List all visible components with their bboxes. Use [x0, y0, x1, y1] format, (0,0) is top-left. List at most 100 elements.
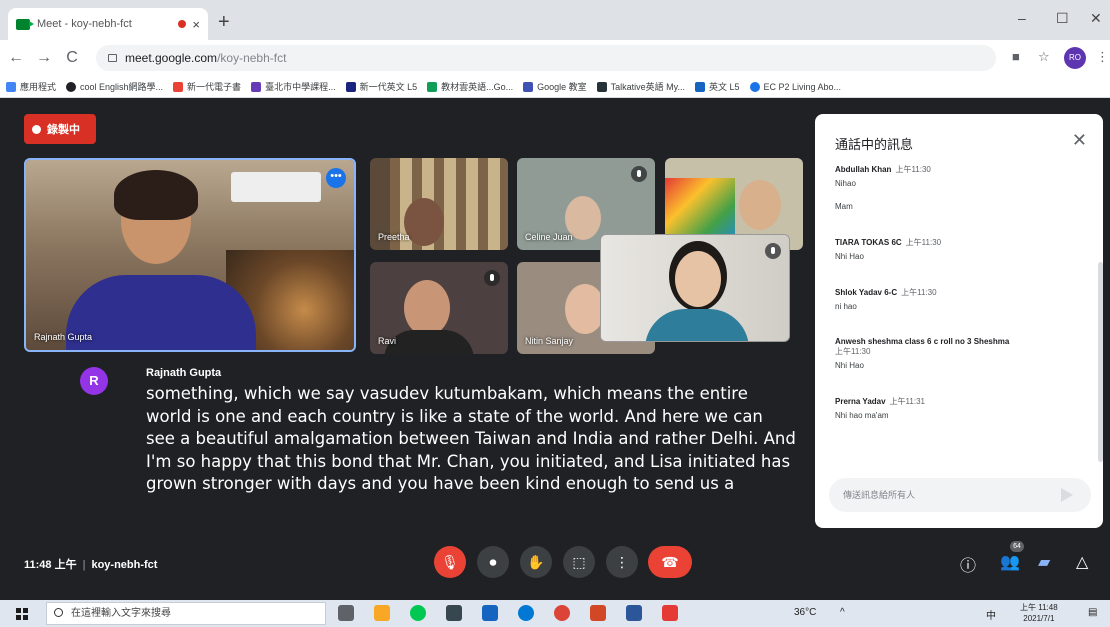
app-icon[interactable]	[482, 605, 498, 621]
participant-head	[404, 198, 444, 246]
taskbar-search-input[interactable]: 在這裡輸入文字來搜尋	[46, 602, 326, 625]
bookmark-star-icon[interactable]: ☆	[1038, 49, 1050, 65]
camera-indicator-icon[interactable]: ■	[1012, 49, 1020, 64]
tab-title: Meet - koy-nebh-fct	[37, 18, 132, 30]
speaker-hair	[114, 170, 198, 220]
bookmark-icon	[173, 81, 184, 92]
close-window-button[interactable]: ✕	[1090, 10, 1102, 27]
video-tile-floating[interactable]	[600, 234, 790, 342]
browser-toolbar: ← → C meet.google.com /koy-nebh-fct ■ ☆	[0, 40, 1110, 76]
caption-speaker-avatar: R	[80, 367, 108, 395]
bookmark-item[interactable]: 臺北市中學課程...	[251, 80, 336, 93]
end-call-button[interactable]: ☎	[648, 546, 692, 578]
participant-head	[565, 284, 605, 334]
browser-menu-icon[interactable]: ⋮	[1096, 49, 1109, 65]
activities-icon[interactable]: △	[1076, 552, 1088, 572]
chat-message: Abdullah Khan 上午11:30 Nihao Mam	[835, 164, 1085, 211]
bookmark-item[interactable]: EC P2 Living Abo...	[749, 81, 841, 92]
notification-icon[interactable]: ▤	[1088, 607, 1097, 618]
video-tile[interactable]: Ravi	[370, 262, 508, 354]
word-icon[interactable]	[626, 605, 642, 621]
more-options-button[interactable]: ⋮	[606, 546, 638, 578]
windows-taskbar: 在這裡輸入文字來搜尋 36°C ^ 中 上午 11:48 2021/7/1 ▤	[0, 600, 1110, 627]
line-app-icon[interactable]	[410, 605, 426, 621]
meeting-details-icon[interactable]: ⓘ	[960, 552, 976, 576]
chat-scrollbar[interactable]	[1098, 262, 1103, 462]
camera-icon: ⏺	[489, 554, 497, 570]
url-host: meet.google.com	[125, 51, 218, 65]
address-bar[interactable]: meet.google.com /koy-nebh-fct	[96, 45, 996, 71]
browser-tab-meet[interactable]: Meet - koy-nebh-fct ×	[8, 8, 208, 40]
chat-message-list: Abdullah Khan 上午11:30 Nihao Mam TIARA TOK…	[835, 164, 1085, 434]
chat-message: Prerna Yadav 上午11:31 Nhi hao ma'am	[835, 396, 1085, 420]
bookmark-icon	[695, 81, 705, 92]
windows-start-icon[interactable]	[16, 608, 28, 620]
chat-sender: Shlok Yadav 6-C	[835, 288, 898, 297]
tab-close-icon[interactable]: ×	[192, 17, 200, 32]
close-icon[interactable]: ✕	[1072, 130, 1087, 151]
speaker-shirt	[66, 275, 256, 350]
participant-name: Nitin Sanjay	[525, 336, 574, 346]
taskbar-clock[interactable]: 上午 11:48 2021/7/1	[1020, 602, 1058, 624]
bookmark-item[interactable]: 教材雲英語...Go...	[427, 80, 513, 93]
chrome-icon[interactable]	[554, 605, 570, 621]
bookmark-item[interactable]: 新一代電子書	[173, 80, 241, 93]
bookmark-item[interactable]: Talkative英語 My...	[596, 80, 685, 93]
app-icon[interactable]	[446, 605, 462, 621]
bookmark-item[interactable]: 應用程式	[6, 80, 56, 93]
task-view-icon[interactable]	[338, 605, 354, 621]
file-explorer-icon[interactable]	[374, 605, 390, 621]
bookmark-item[interactable]: Google 教室	[523, 80, 587, 93]
new-tab-button[interactable]: +	[218, 12, 230, 32]
chat-message: Shlok Yadav 6-C 上午11:30 ni hao	[835, 287, 1085, 311]
back-button[interactable]: ←	[4, 49, 28, 67]
hand-icon: ✋	[527, 554, 545, 570]
chat-time: 上午11:30	[901, 288, 937, 297]
profile-avatar[interactable]: RO	[1064, 47, 1086, 69]
search-icon	[54, 608, 63, 617]
bookmark-item[interactable]: cool English網路學...	[66, 80, 163, 93]
chat-icon[interactable]: ▰	[1038, 552, 1050, 572]
recording-dot-icon	[32, 124, 41, 134]
chat-text: Nhi Hao	[835, 252, 864, 261]
maximize-button[interactable]: ☐	[1056, 10, 1069, 27]
tray-overflow-icon[interactable]: ^	[840, 607, 845, 618]
clock-date: 2021/7/1	[1023, 614, 1055, 623]
bookmark-item[interactable]: 英文 L5	[695, 80, 740, 93]
present-screen-button[interactable]: ⬚	[563, 546, 595, 578]
weather-temperature[interactable]: 36°C	[794, 607, 816, 618]
participant-head	[739, 180, 781, 230]
minimize-button[interactable]: –	[1018, 10, 1026, 26]
reload-button[interactable]: C	[60, 49, 84, 67]
video-tile-active-speaker[interactable]: ••• Rajnath Gupta	[24, 158, 356, 352]
more-options-icon[interactable]: •••	[326, 168, 346, 188]
bookmark-item[interactable]: 新一代英文 L5	[345, 80, 417, 93]
chat-text: Nihao	[835, 179, 856, 188]
phone-hangup-icon: ☎	[661, 554, 679, 570]
edge-icon[interactable]	[518, 605, 534, 621]
more-vert-icon: ⋮	[615, 554, 629, 570]
meeting-info: 11:48 上午 | koy-nebh-fct	[24, 556, 157, 572]
bookmark-icon	[345, 81, 356, 92]
participant-head	[404, 280, 450, 336]
people-count-badge: 64	[1010, 541, 1024, 552]
raise-hand-button[interactable]: ✋	[520, 546, 552, 578]
forward-button[interactable]: →	[32, 49, 56, 67]
participant-name: Rajnath Gupta	[34, 332, 93, 342]
camera-toggle-button[interactable]: ⏺	[477, 546, 509, 578]
mic-toggle-button[interactable]: 🎙	[434, 546, 466, 578]
people-icon[interactable]: 👥	[1000, 552, 1020, 572]
app-icon[interactable]	[662, 605, 678, 621]
video-tile[interactable]: Preetha	[370, 158, 508, 250]
ime-indicator[interactable]: 中	[986, 607, 996, 622]
send-icon[interactable]	[1061, 488, 1075, 502]
chat-message-input[interactable]: 傳送訊息給所有人	[829, 478, 1091, 512]
chat-text: Mam	[835, 202, 853, 211]
mic-off-icon: 🎙	[441, 554, 459, 570]
chat-sender: Abdullah Khan	[835, 165, 892, 174]
chat-sender: Prerna Yadav	[835, 397, 886, 406]
recording-badge[interactable]: 錄製中	[24, 114, 96, 144]
search-placeholder: 在這裡輸入文字來搜尋	[71, 608, 171, 619]
chat-time: 上午11:30	[895, 165, 931, 174]
powerpoint-icon[interactable]	[590, 605, 606, 621]
